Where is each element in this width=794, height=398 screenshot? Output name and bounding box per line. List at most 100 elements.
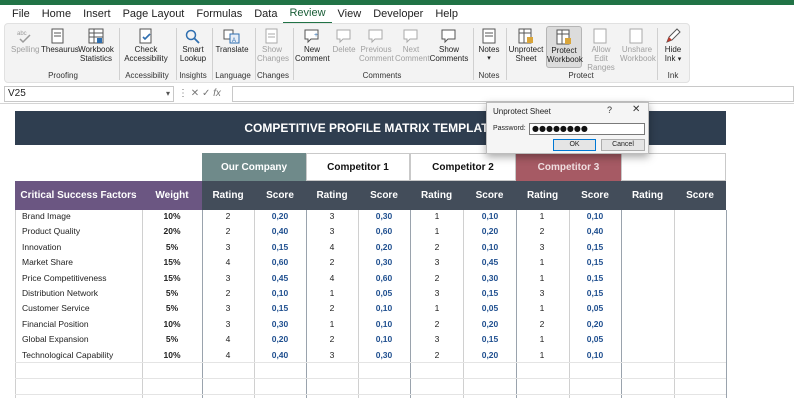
tab-file[interactable]: File	[6, 5, 36, 23]
score-cell[interactable]: 0,20	[464, 224, 516, 239]
cancel-button[interactable]: Cancel	[601, 139, 645, 151]
weight-cell[interactable]: 5%	[142, 332, 202, 347]
score-cell[interactable]: 0,10	[569, 209, 621, 224]
score-cell[interactable]: 0,15	[254, 301, 306, 316]
factor-cell[interactable]: Customer Service	[22, 301, 90, 316]
chevron-down-icon[interactable]: ▾	[166, 87, 170, 101]
score-cell[interactable]: 0,15	[569, 271, 621, 286]
notes-button[interactable]: Notes ▾	[475, 28, 503, 63]
score-cell[interactable]: 0,30	[358, 255, 410, 270]
rating-cell[interactable]: 1	[306, 317, 358, 332]
weight-cell[interactable]: 10%	[142, 209, 202, 224]
rating-cell[interactable]: 2	[202, 224, 254, 239]
factor-cell[interactable]: Distribution Network	[22, 286, 98, 301]
rating-cell[interactable]: 3	[202, 301, 254, 316]
score-cell[interactable]: 0,20	[464, 348, 516, 363]
rating-cell[interactable]: 3	[306, 348, 358, 363]
close-icon[interactable]: ✕	[632, 104, 640, 115]
help-icon[interactable]: ?	[607, 105, 612, 115]
rating-cell[interactable]: 2	[411, 317, 463, 332]
score-cell[interactable]: 0,10	[254, 286, 306, 301]
score-cell[interactable]: 0,60	[358, 271, 410, 286]
rating-cell[interactable]: 3	[202, 271, 254, 286]
score-cell[interactable]: 0,10	[464, 240, 516, 255]
score-cell[interactable]: 0,40	[569, 224, 621, 239]
rating-cell[interactable]: 1	[516, 209, 568, 224]
rating-cell[interactable]: 1	[306, 286, 358, 301]
allow-edit-ranges-button[interactable]: Allow Edit Ranges	[584, 28, 618, 72]
next-comment-button[interactable]: Next Comment	[395, 28, 430, 63]
rating-cell[interactable]: 2	[411, 240, 463, 255]
name-box[interactable]: V25 ▾	[4, 86, 174, 102]
rating-cell[interactable]: 1	[516, 348, 568, 363]
score-cell[interactable]: 0,05	[464, 301, 516, 316]
rating-cell[interactable]: 3	[202, 240, 254, 255]
weight-cell[interactable]: 5%	[142, 240, 202, 255]
spelling-button[interactable]: abc Spelling	[11, 28, 39, 54]
show-comments-button[interactable]: Show Comments	[429, 28, 469, 63]
score-cell[interactable]: 0,05	[358, 286, 410, 301]
ok-button[interactable]: OK	[553, 139, 596, 151]
score-cell[interactable]: 0,15	[569, 286, 621, 301]
factor-cell[interactable]: Product Quality	[22, 224, 80, 239]
smart-lookup-button[interactable]: Smart Lookup	[178, 28, 208, 63]
weight-cell[interactable]: 20%	[142, 224, 202, 239]
cancel-icon[interactable]: ✕	[191, 88, 202, 99]
score-cell[interactable]: 0,20	[254, 209, 306, 224]
rating-cell[interactable]: 3	[202, 317, 254, 332]
show-changes-button[interactable]: Show Changes	[257, 28, 289, 63]
tab-page-layout[interactable]: Page Layout	[117, 5, 191, 23]
factor-cell[interactable]: Global Expansion	[22, 332, 89, 347]
rating-cell[interactable]: 2	[411, 271, 463, 286]
tab-developer[interactable]: Developer	[367, 5, 429, 23]
score-cell[interactable]: 0,15	[254, 240, 306, 255]
weight-cell[interactable]: 15%	[142, 271, 202, 286]
rating-cell[interactable]: 4	[306, 240, 358, 255]
factor-cell[interactable]: Price Competitiveness	[22, 271, 107, 286]
weight-cell[interactable]: 5%	[142, 286, 202, 301]
factor-cell[interactable]: Market Share	[22, 255, 73, 270]
rating-cell[interactable]: 2	[202, 286, 254, 301]
hide-ink-button[interactable]: Hide Ink ▾	[659, 28, 687, 64]
rating-cell[interactable]: 4	[202, 348, 254, 363]
weight-cell[interactable]: 5%	[142, 301, 202, 316]
rating-cell[interactable]: 3	[516, 240, 568, 255]
score-cell[interactable]: 0,20	[358, 240, 410, 255]
rating-cell[interactable]: 2	[516, 317, 568, 332]
rating-cell[interactable]: 3	[411, 286, 463, 301]
weight-cell[interactable]: 15%	[142, 255, 202, 270]
score-cell[interactable]: 0,10	[358, 301, 410, 316]
function-icon[interactable]: fx	[213, 88, 221, 99]
rating-cell[interactable]: 1	[516, 271, 568, 286]
rating-cell[interactable]: 1	[516, 255, 568, 270]
rating-cell[interactable]: 2	[306, 301, 358, 316]
rating-cell[interactable]: 1	[516, 301, 568, 316]
score-cell[interactable]: 0,60	[254, 255, 306, 270]
score-cell[interactable]: 0,10	[464, 209, 516, 224]
score-cell[interactable]: 0,15	[569, 255, 621, 270]
factor-cell[interactable]: Innovation	[22, 240, 61, 255]
tab-view[interactable]: View	[332, 5, 368, 23]
rating-cell[interactable]: 1	[516, 332, 568, 347]
tab-insert[interactable]: Insert	[77, 5, 117, 23]
rating-cell[interactable]: 2	[516, 224, 568, 239]
rating-cell[interactable]: 2	[306, 332, 358, 347]
score-cell[interactable]: 0,45	[254, 271, 306, 286]
check-accessibility-button[interactable]: Check Accessibility	[121, 28, 171, 63]
rating-cell[interactable]: 2	[411, 348, 463, 363]
tab-review[interactable]: Review	[283, 4, 332, 24]
rating-cell[interactable]: 3	[306, 209, 358, 224]
enter-icon[interactable]: ✓	[202, 88, 213, 99]
protect-workbook-button[interactable]: Protect Workbook	[546, 26, 583, 68]
score-cell[interactable]: 0,05	[569, 332, 621, 347]
factor-cell[interactable]: Brand Image	[22, 209, 71, 224]
rating-cell[interactable]: 4	[306, 271, 358, 286]
factor-cell[interactable]: Financial Position	[22, 317, 89, 332]
rating-cell[interactable]: 3	[411, 332, 463, 347]
score-cell[interactable]: 0,30	[358, 209, 410, 224]
tab-home[interactable]: Home	[36, 5, 77, 23]
rating-cell[interactable]: 3	[411, 255, 463, 270]
rating-cell[interactable]: 4	[202, 255, 254, 270]
rating-cell[interactable]: 3	[306, 224, 358, 239]
workbook-statistics-button[interactable]: Workbook Statistics	[77, 28, 115, 63]
